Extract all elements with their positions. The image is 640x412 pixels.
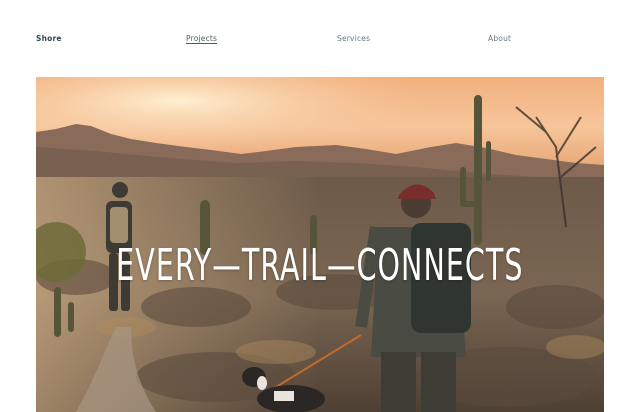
hero-headline: EVERY—TRAIL—CONNECTS	[36, 244, 604, 288]
headline-text: EVERY—TRAIL—CONNECTS	[116, 240, 524, 291]
top-nav: Shore Projects Services About	[0, 0, 640, 77]
brand-logo[interactable]: Shore	[36, 34, 62, 44]
nav-link-services[interactable]: Services	[337, 34, 370, 44]
nav-link-projects[interactable]: Projects	[186, 34, 217, 44]
nav-link-about[interactable]: About	[488, 34, 511, 44]
hero-banner: EVERY—TRAIL—CONNECTS	[36, 77, 604, 412]
